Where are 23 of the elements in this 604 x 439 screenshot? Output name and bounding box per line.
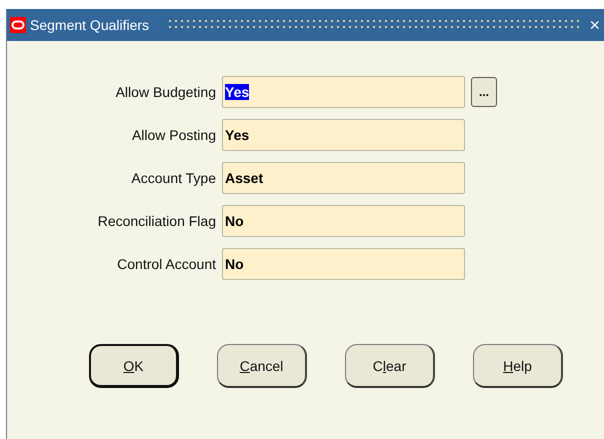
field-label: Control Account bbox=[116, 256, 216, 272]
window-title: Segment Qualifiers bbox=[30, 17, 150, 33]
input-field[interactable]: Yes bbox=[222, 119, 465, 151]
input-field[interactable]: Asset bbox=[222, 162, 465, 194]
field-value: Yes bbox=[225, 127, 250, 143]
field-value: Asset bbox=[225, 170, 264, 186]
field-label: Reconciliation Flag bbox=[96, 213, 216, 229]
input-field[interactable]: No bbox=[222, 248, 465, 280]
field-value: Yes bbox=[225, 84, 250, 100]
field-value: No bbox=[225, 213, 244, 229]
field-label: Allow Budgeting bbox=[114, 84, 216, 100]
input-field[interactable]: No bbox=[222, 205, 465, 237]
field-value: No bbox=[225, 256, 244, 272]
dialog-button[interactable]: OK bbox=[89, 344, 179, 388]
oracle-logo-icon bbox=[10, 17, 26, 33]
dialog-button[interactable]: Clear bbox=[345, 344, 435, 388]
field-label: Account Type bbox=[130, 170, 216, 186]
input-field[interactable]: Yes bbox=[222, 76, 465, 108]
close-button[interactable]: × bbox=[589, 14, 604, 36]
list-of-values-button[interactable]: ... bbox=[471, 77, 497, 107]
field-label: Allow Posting bbox=[130, 127, 216, 143]
dialog-button[interactable]: Help bbox=[473, 344, 563, 388]
dialog-button[interactable]: Cancel bbox=[217, 344, 307, 388]
